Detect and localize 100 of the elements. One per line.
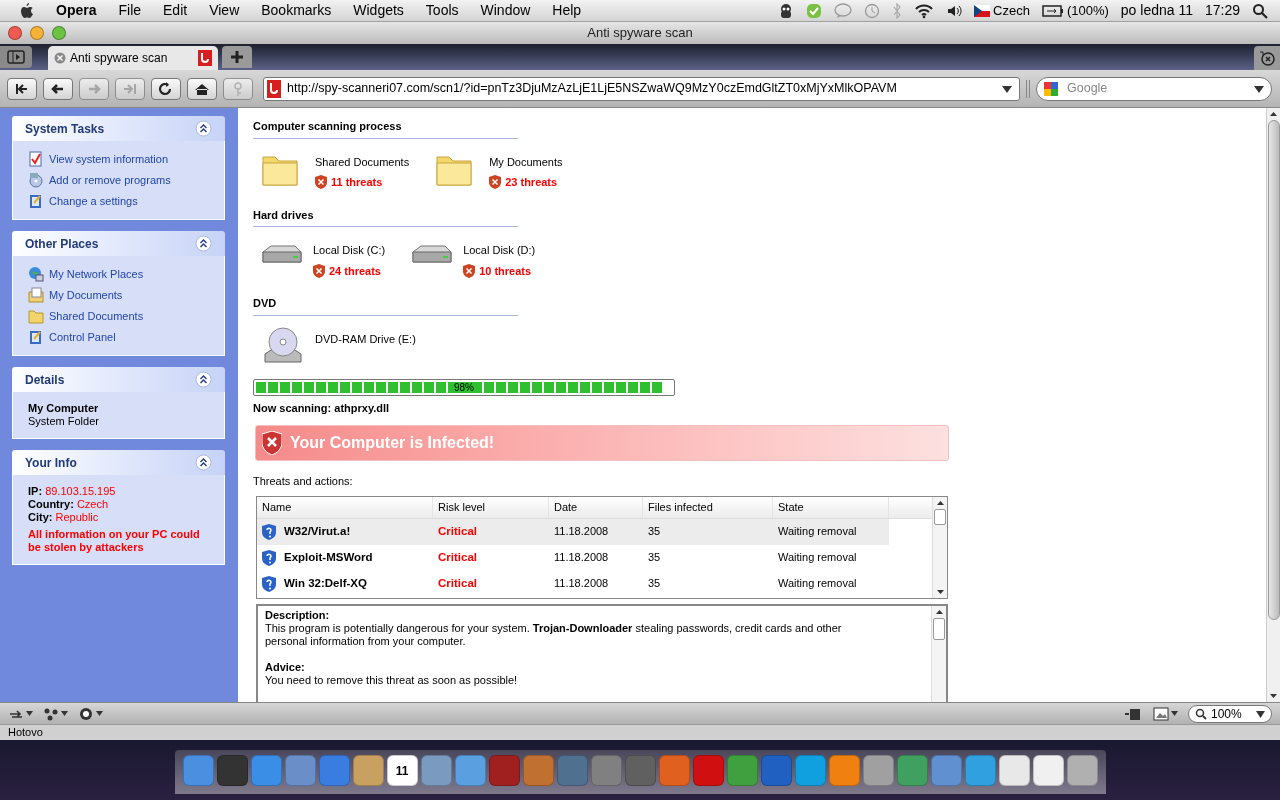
menu-item[interactable]: View — [209, 0, 240, 21]
column-header[interactable]: State — [773, 496, 889, 518]
sidebar-link[interactable]: Control Panel — [49, 328, 116, 346]
hard-drive-icon — [261, 245, 303, 263]
table-cell-text: 35 — [647, 524, 662, 540]
scrollbar-thumb[interactable] — [933, 617, 945, 640]
page-logo-icon — [267, 79, 281, 98]
table-cell-text: Critical — [437, 549, 478, 565]
closed-tabs-button[interactable] — [1254, 46, 1280, 70]
close-button[interactable] — [8, 26, 22, 40]
zoom-button[interactable] — [52, 26, 66, 40]
drive-label: My Documents — [489, 154, 563, 170]
app-icon[interactable] — [862, 755, 894, 786]
table-cell-text: Critical — [437, 575, 478, 591]
sidebar-link[interactable]: View system information — [49, 150, 168, 168]
close-icon — [54, 52, 66, 64]
section-heading: Hard drives — [253, 206, 518, 227]
page-scrollbar[interactable] — [1266, 108, 1280, 702]
scrollbar[interactable] — [931, 605, 946, 702]
sidebar-link[interactable]: Shared Documents — [49, 307, 144, 325]
menu-item[interactable]: Widgets — [353, 0, 404, 21]
table-cell-text: 11.18.2008 — [553, 550, 610, 566]
app-icon[interactable] — [828, 755, 860, 786]
app-icon[interactable] — [420, 755, 452, 786]
popup-button[interactable] — [1125, 706, 1143, 721]
drive-label: Shared Documents — [315, 154, 410, 170]
section-heading: DVD — [253, 295, 518, 316]
network-button[interactable] — [43, 706, 68, 721]
minimize-button[interactable] — [30, 26, 44, 40]
sidebar-panel-icon — [7, 50, 25, 64]
back-button[interactable] — [43, 77, 73, 100]
table-cell-text: 11.18.2008 — [553, 576, 610, 592]
gauge-button[interactable] — [78, 706, 103, 721]
app-icon[interactable] — [454, 755, 486, 786]
scrollbar-thumb[interactable] — [934, 508, 946, 525]
app-icon[interactable] — [794, 755, 826, 786]
app-menu[interactable]: Opera — [56, 0, 97, 21]
browser-tab[interactable]: Anti spyware scan — [48, 46, 218, 70]
menu-item[interactable]: Edit — [163, 0, 188, 21]
sidebar-link[interactable]: My Network Places — [49, 265, 144, 283]
menu-item[interactable]: Window — [480, 0, 531, 21]
new-tab-button[interactable] — [222, 46, 252, 68]
scrollbar[interactable] — [932, 496, 947, 598]
table-cell-text: Exploit-MSWord — [284, 549, 373, 565]
address-field[interactable]: http://spy-scanneri07.com/scn1/?id=pnTz3DjuMzAzLjE1LjE5NSZwaWQ9MzY0czEmdGltZT0xMjYxMlkOPAVM — [263, 76, 1020, 101]
calendar-icon[interactable]: 11 — [386, 755, 418, 786]
progress-percent: 98% — [453, 381, 475, 393]
panel-header[interactable]: Your Info — [12, 450, 225, 475]
table-cell-text: 35 — [647, 576, 662, 592]
column-header[interactable]: Risk level — [433, 496, 549, 518]
menu-clock: 17:29 — [1204, 1, 1240, 20]
search-bar[interactable]: Google — [1036, 76, 1272, 101]
panel-header[interactable]: Other Places — [12, 231, 225, 256]
menu-item[interactable]: Bookmarks — [261, 0, 332, 21]
last-page-button[interactable] — [115, 77, 145, 100]
hard-drive-icon — [411, 245, 454, 263]
menu-item[interactable]: File — [118, 0, 142, 21]
wand-button[interactable] — [223, 77, 253, 100]
flag-icon — [974, 4, 991, 17]
first-page-button[interactable] — [7, 77, 37, 100]
search-field[interactable]: Google — [1067, 79, 1245, 98]
input-language[interactable]: Czech — [993, 0, 1030, 21]
table-cell-text: Critical — [437, 523, 478, 539]
home-button[interactable] — [187, 77, 217, 100]
panel-header[interactable]: System Tasks — [12, 116, 225, 141]
sidebar-link[interactable]: Add or remove programs — [49, 171, 171, 189]
app-icon[interactable] — [1066, 755, 1098, 786]
reload-button[interactable] — [151, 77, 181, 100]
sidebar-link[interactable]: Change a settings — [49, 192, 138, 210]
app-icon[interactable] — [352, 755, 384, 786]
app-icon[interactable] — [216, 755, 248, 786]
column-header[interactable]: Files infected — [643, 496, 773, 518]
shield-icon — [315, 175, 327, 190]
menu-date: po ledna 11 — [1120, 1, 1193, 20]
globe-icon — [28, 266, 44, 282]
control-panel-icon — [28, 193, 44, 209]
search-icon — [1195, 707, 1207, 720]
wifi-icon — [914, 2, 935, 19]
column-header[interactable]: Name — [257, 496, 433, 518]
app-icon[interactable] — [998, 755, 1030, 786]
menu-item[interactable]: Help — [552, 0, 582, 21]
app-icon[interactable] — [1032, 755, 1064, 786]
menu-item[interactable]: Tools — [425, 0, 459, 21]
app-icon[interactable] — [964, 755, 996, 786]
warning-text: All information on your PC could be stolen by attackers — [28, 528, 201, 554]
search-engine-icon — [1043, 80, 1059, 97]
info-line: City: Republic — [28, 511, 100, 524]
sidebar-link[interactable]: My Documents — [49, 286, 123, 304]
panel-toggle-button[interactable] — [0, 46, 32, 68]
zoom-field[interactable]: 100% — [1188, 704, 1272, 723]
caret-icon — [26, 711, 33, 716]
table-row[interactable]: W32/Virut.a! Critical 11.18.2008 35 Waiting removal — [257, 518, 889, 545]
table-cell-text: Waiting removal — [777, 550, 858, 566]
panel-header[interactable]: Details — [12, 367, 225, 392]
battery-icon — [1041, 4, 1064, 17]
forward-button[interactable] — [79, 77, 109, 100]
image-button[interactable] — [1153, 706, 1178, 721]
column-header[interactable]: Date — [549, 496, 643, 518]
scrollbar-thumb[interactable] — [1267, 120, 1280, 620]
section-heading: Computer scanning process — [253, 118, 518, 139]
